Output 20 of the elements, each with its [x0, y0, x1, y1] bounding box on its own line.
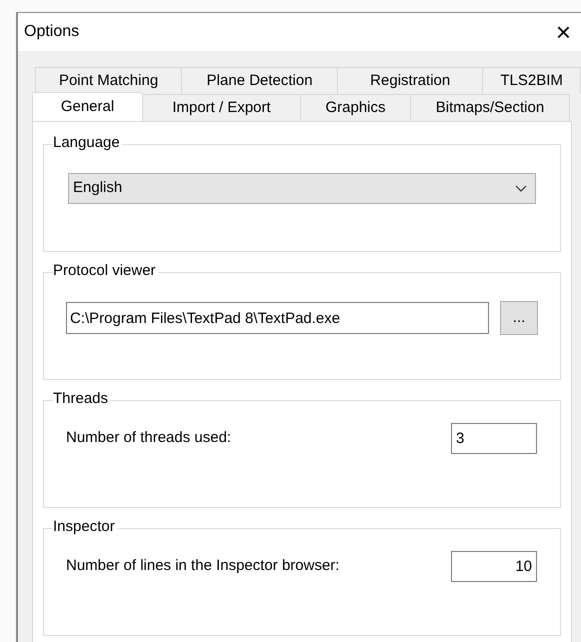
group-title: Inspector — [53, 518, 117, 536]
tab[interactable]: TLS2BIM — [482, 67, 581, 94]
tab[interactable]: Point Matching — [35, 67, 182, 94]
field-label: Number of threads used: — [66, 428, 232, 448]
chevron-down-icon — [515, 184, 527, 192]
browse-button[interactable]: ... — [500, 301, 538, 335]
tab[interactable]: Graphics — [300, 94, 410, 121]
field-label: Number of lines in the Inspector browser: — [66, 556, 340, 576]
tab[interactable]: Import / Export — [142, 94, 300, 121]
window-title: Options — [24, 22, 80, 42]
tab[interactable]: General — [32, 92, 142, 121]
tab[interactable]: Bitmaps/Section — [410, 94, 570, 121]
group-title: Language — [53, 134, 122, 152]
language-dropdown[interactable]: English — [68, 173, 536, 204]
path-field[interactable]: C:\Program Files\TextPad 8\TextPad.exe — [66, 302, 490, 334]
number-field[interactable]: 10 — [451, 551, 537, 582]
tab[interactable]: Registration — [337, 67, 482, 94]
close-button[interactable]: × — [554, 19, 573, 45]
number-field[interactable]: 3 — [451, 423, 537, 454]
tab[interactable]: Plane Detection — [181, 67, 338, 94]
